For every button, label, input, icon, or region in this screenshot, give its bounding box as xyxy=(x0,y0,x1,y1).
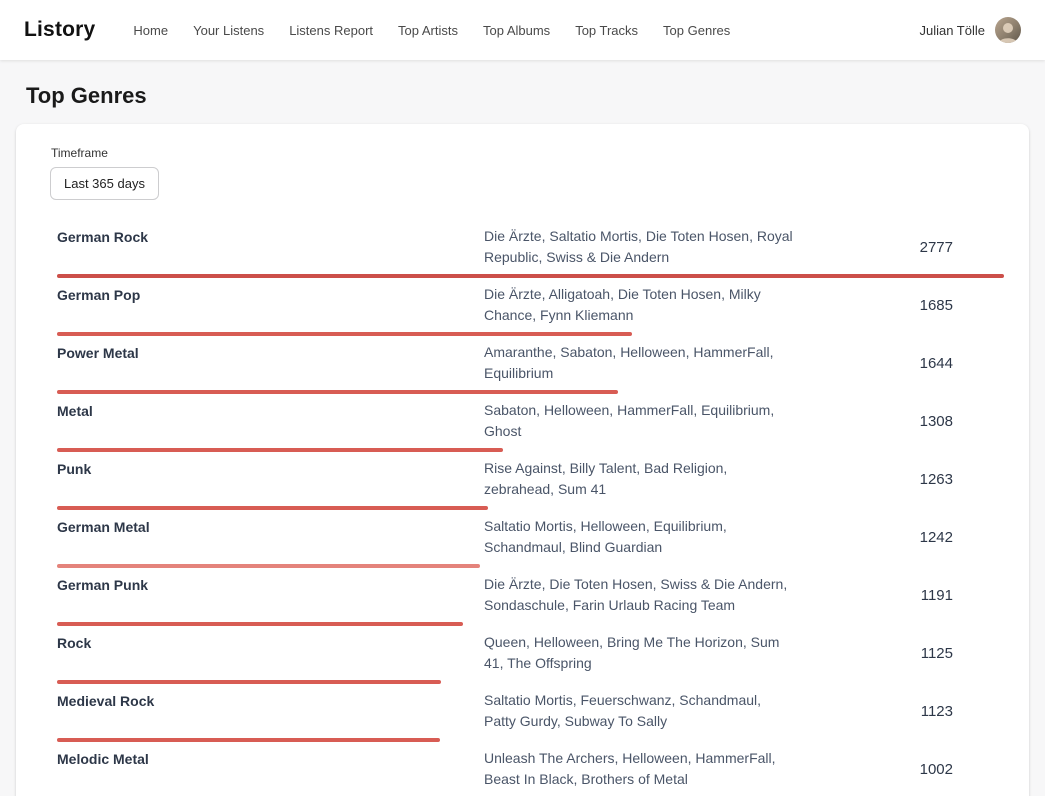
genre-name: Metal xyxy=(57,400,484,419)
genre-table: German Rock Die Ärzte, Saltatio Mortis, … xyxy=(57,220,1004,796)
timeframe-label: Timeframe xyxy=(51,146,1004,160)
genre-row: German Metal Saltatio Mortis, Helloween,… xyxy=(57,510,1004,568)
user-avatar xyxy=(995,17,1021,43)
genre-row: German Rock Die Ärzte, Saltatio Mortis, … xyxy=(57,220,1004,278)
timeframe-select[interactable]: Last 365 days xyxy=(50,167,159,200)
genre-count: 1644 xyxy=(796,355,1004,372)
genre-count: 2777 xyxy=(796,239,1004,256)
genre-row: Medieval Rock Saltatio Mortis, Feuerschw… xyxy=(57,684,1004,742)
genre-name: Rock xyxy=(57,632,484,651)
nav-item-home[interactable]: Home xyxy=(133,23,168,38)
genre-count: 1125 xyxy=(796,645,1004,662)
genre-name: Medieval Rock xyxy=(57,690,484,709)
genre-count: 1002 xyxy=(796,761,1004,778)
genre-artists: Rise Against, Billy Talent, Bad Religion… xyxy=(484,458,796,500)
app-logo[interactable]: Listory xyxy=(24,18,95,42)
page-title: Top Genres xyxy=(26,83,1045,109)
nav-item-top-tracks[interactable]: Top Tracks xyxy=(575,23,638,38)
genre-count: 1263 xyxy=(796,471,1004,488)
navbar: Listory Home Your Listens Listens Report… xyxy=(0,0,1045,60)
genre-name: German Metal xyxy=(57,516,484,535)
genre-row: Punk Rise Against, Billy Talent, Bad Rel… xyxy=(57,452,1004,510)
genre-count: 1191 xyxy=(796,587,1004,604)
top-genres-card: Timeframe Last 365 days German Rock Die … xyxy=(16,124,1029,796)
genre-row: German Punk Die Ärzte, Die Toten Hosen, … xyxy=(57,568,1004,626)
genre-artists: Die Ärzte, Saltatio Mortis, Die Toten Ho… xyxy=(484,226,796,268)
genre-artists: Unleash The Archers, Helloween, HammerFa… xyxy=(484,748,796,790)
genre-count: 1308 xyxy=(796,413,1004,430)
genre-name: German Punk xyxy=(57,574,484,593)
genre-name: Punk xyxy=(57,458,484,477)
genre-artists: Saltatio Mortis, Helloween, Equilibrium,… xyxy=(484,516,796,558)
main-nav: Home Your Listens Listens Report Top Art… xyxy=(133,23,919,38)
genre-name: German Rock xyxy=(57,226,484,245)
genre-count: 1123 xyxy=(796,703,1004,720)
user-name: Julian Tölle xyxy=(919,23,985,38)
genre-row: Metal Sabaton, Helloween, HammerFall, Eq… xyxy=(57,394,1004,452)
person-icon xyxy=(995,19,1021,43)
nav-item-your-listens[interactable]: Your Listens xyxy=(193,23,264,38)
genre-artists: Die Ärzte, Die Toten Hosen, Swiss & Die … xyxy=(484,574,796,616)
genre-name: Melodic Metal xyxy=(57,748,484,767)
nav-item-top-artists[interactable]: Top Artists xyxy=(398,23,458,38)
nav-item-listens-report[interactable]: Listens Report xyxy=(289,23,373,38)
genre-row: German Pop Die Ärzte, Alligatoah, Die To… xyxy=(57,278,1004,336)
genre-row: Rock Queen, Helloween, Bring Me The Hori… xyxy=(57,626,1004,684)
genre-row: Power Metal Amaranthe, Sabaton, Hellowee… xyxy=(57,336,1004,394)
genre-artists: Queen, Helloween, Bring Me The Horizon, … xyxy=(484,632,796,674)
genre-artists: Saltatio Mortis, Feuerschwanz, Schandmau… xyxy=(484,690,796,732)
genre-artists: Amaranthe, Sabaton, Helloween, HammerFal… xyxy=(484,342,796,384)
genre-count: 1685 xyxy=(796,297,1004,314)
genre-artists: Die Ärzte, Alligatoah, Die Toten Hosen, … xyxy=(484,284,796,326)
genre-name: German Pop xyxy=(57,284,484,303)
user-menu[interactable]: Julian Tölle xyxy=(919,17,1021,43)
nav-item-top-albums[interactable]: Top Albums xyxy=(483,23,550,38)
nav-item-top-genres[interactable]: Top Genres xyxy=(663,23,730,38)
genre-row: Melodic Metal Unleash The Archers, Hello… xyxy=(57,742,1004,796)
genre-count: 1242 xyxy=(796,529,1004,546)
genre-artists: Sabaton, Helloween, HammerFall, Equilibr… xyxy=(484,400,796,442)
genre-name: Power Metal xyxy=(57,342,484,361)
